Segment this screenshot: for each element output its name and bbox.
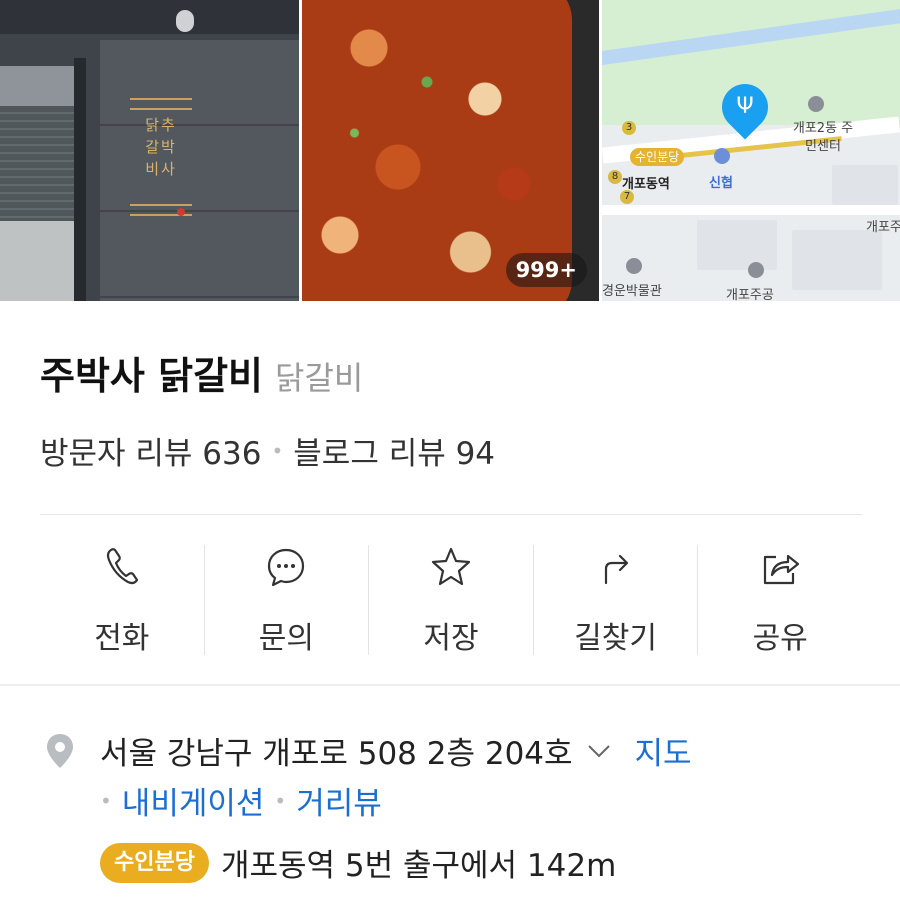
exit-marker-8: 8 — [608, 170, 622, 184]
interior-photo[interactable]: 닭추 갈박 비사 — [0, 0, 299, 301]
exit-marker-7: 7 — [620, 190, 634, 204]
separator-dot: • — [274, 788, 287, 813]
food-photo[interactable]: 999+ — [302, 0, 599, 301]
call-label: 전화 — [94, 621, 150, 656]
photo-count-badge: 999+ — [505, 253, 587, 287]
ceiling-camera — [176, 10, 194, 32]
action-bar: 전화 문의 저장 길찾기 공유 — [40, 545, 862, 656]
save-label: 저장 — [423, 621, 479, 656]
restaurant-pin-icon: Ψ — [712, 74, 778, 140]
share-button[interactable]: 공유 — [697, 545, 862, 656]
photo-strip: 닭추 갈박 비사 999+ 3 수인분당 8 7 개포동역 신협 개포2동 주민… — [0, 0, 900, 301]
streetview-link[interactable]: 거리뷰 — [296, 778, 382, 823]
subway-line-badge: 수인분당 — [100, 842, 209, 883]
call-button[interactable]: 전화 — [40, 545, 204, 656]
museum-icon — [626, 258, 642, 274]
directions-icon — [604, 554, 628, 585]
directions-label: 길찾기 — [574, 621, 657, 656]
address-row: 서울 강남구 개포로 508 2층 204호 지도 — [40, 728, 692, 773]
map-apartment-label: 개포주공 — [726, 288, 774, 301]
chat-icon — [268, 548, 305, 587]
chevron-down-icon[interactable] — [587, 743, 611, 759]
sign-text: 닭추 갈박 비사 — [145, 116, 177, 178]
separator-dot: • — [271, 438, 284, 463]
sign-red-dot — [177, 208, 185, 216]
place-name: 주박사 닭갈비 — [40, 354, 263, 398]
exit-marker-3: 3 — [622, 121, 636, 135]
map-bank-label: 신협 — [709, 176, 733, 191]
place-category: 닭갈비 — [275, 359, 364, 397]
office-icon — [808, 96, 824, 112]
map-thumbnail[interactable]: 3 수인분당 8 7 개포동역 신협 개포2동 주민센터 개포주 경운박물관 개… — [602, 0, 900, 301]
address-links: • 내비게이션 • 거리뷰 — [100, 778, 382, 823]
separator-dot: • — [100, 788, 112, 813]
inquiry-label: 문의 — [258, 621, 314, 656]
divider — [40, 514, 862, 515]
station-row: 수인분당 개포동역 5번 출구에서 142m — [100, 840, 616, 885]
map-station-label: 개포동역 — [622, 177, 670, 192]
ceiling — [0, 0, 299, 34]
map-edge-label: 개포주 — [866, 220, 900, 235]
station-distance: 개포동역 5번 출구에서 142m — [220, 848, 617, 884]
glass-door — [0, 66, 78, 301]
map-center-label: 개포2동 주민센터 — [792, 121, 854, 154]
blog-reviews-link[interactable]: 블로그 리뷰 94 — [293, 428, 495, 473]
save-button[interactable]: 저장 — [368, 545, 533, 656]
apartment-icon — [748, 262, 764, 278]
share-icon — [764, 554, 800, 585]
fork-knife-icon: Ψ — [736, 94, 754, 119]
address-text[interactable]: 서울 강남구 개포로 508 2층 204호 — [100, 728, 573, 773]
visitor-reviews-link[interactable]: 방문자 리뷰 636 — [40, 428, 261, 473]
directions-button[interactable]: 길찾기 — [532, 545, 698, 656]
star-icon — [431, 547, 471, 586]
review-summary: 방문자 리뷰 636 • 블로그 리뷰 94 — [40, 428, 495, 473]
map-museum-label: 경운박물관 — [602, 284, 662, 299]
location-pin-icon — [47, 733, 73, 768]
map-station-tag: 수인분당 — [630, 148, 685, 166]
bank-icon — [714, 148, 730, 164]
title-row: 주박사 닭갈비 닭갈비 — [40, 345, 363, 400]
door-frame — [74, 58, 86, 301]
phone-icon — [106, 548, 138, 585]
map-link[interactable]: 지도 — [635, 728, 692, 773]
section-separator — [0, 684, 900, 686]
share-label: 공유 — [752, 621, 808, 656]
restaurant-sign: 닭추 갈박 비사 — [130, 98, 192, 216]
navigation-link[interactable]: 내비게이션 — [122, 778, 265, 823]
inquiry-button[interactable]: 문의 — [203, 545, 369, 656]
